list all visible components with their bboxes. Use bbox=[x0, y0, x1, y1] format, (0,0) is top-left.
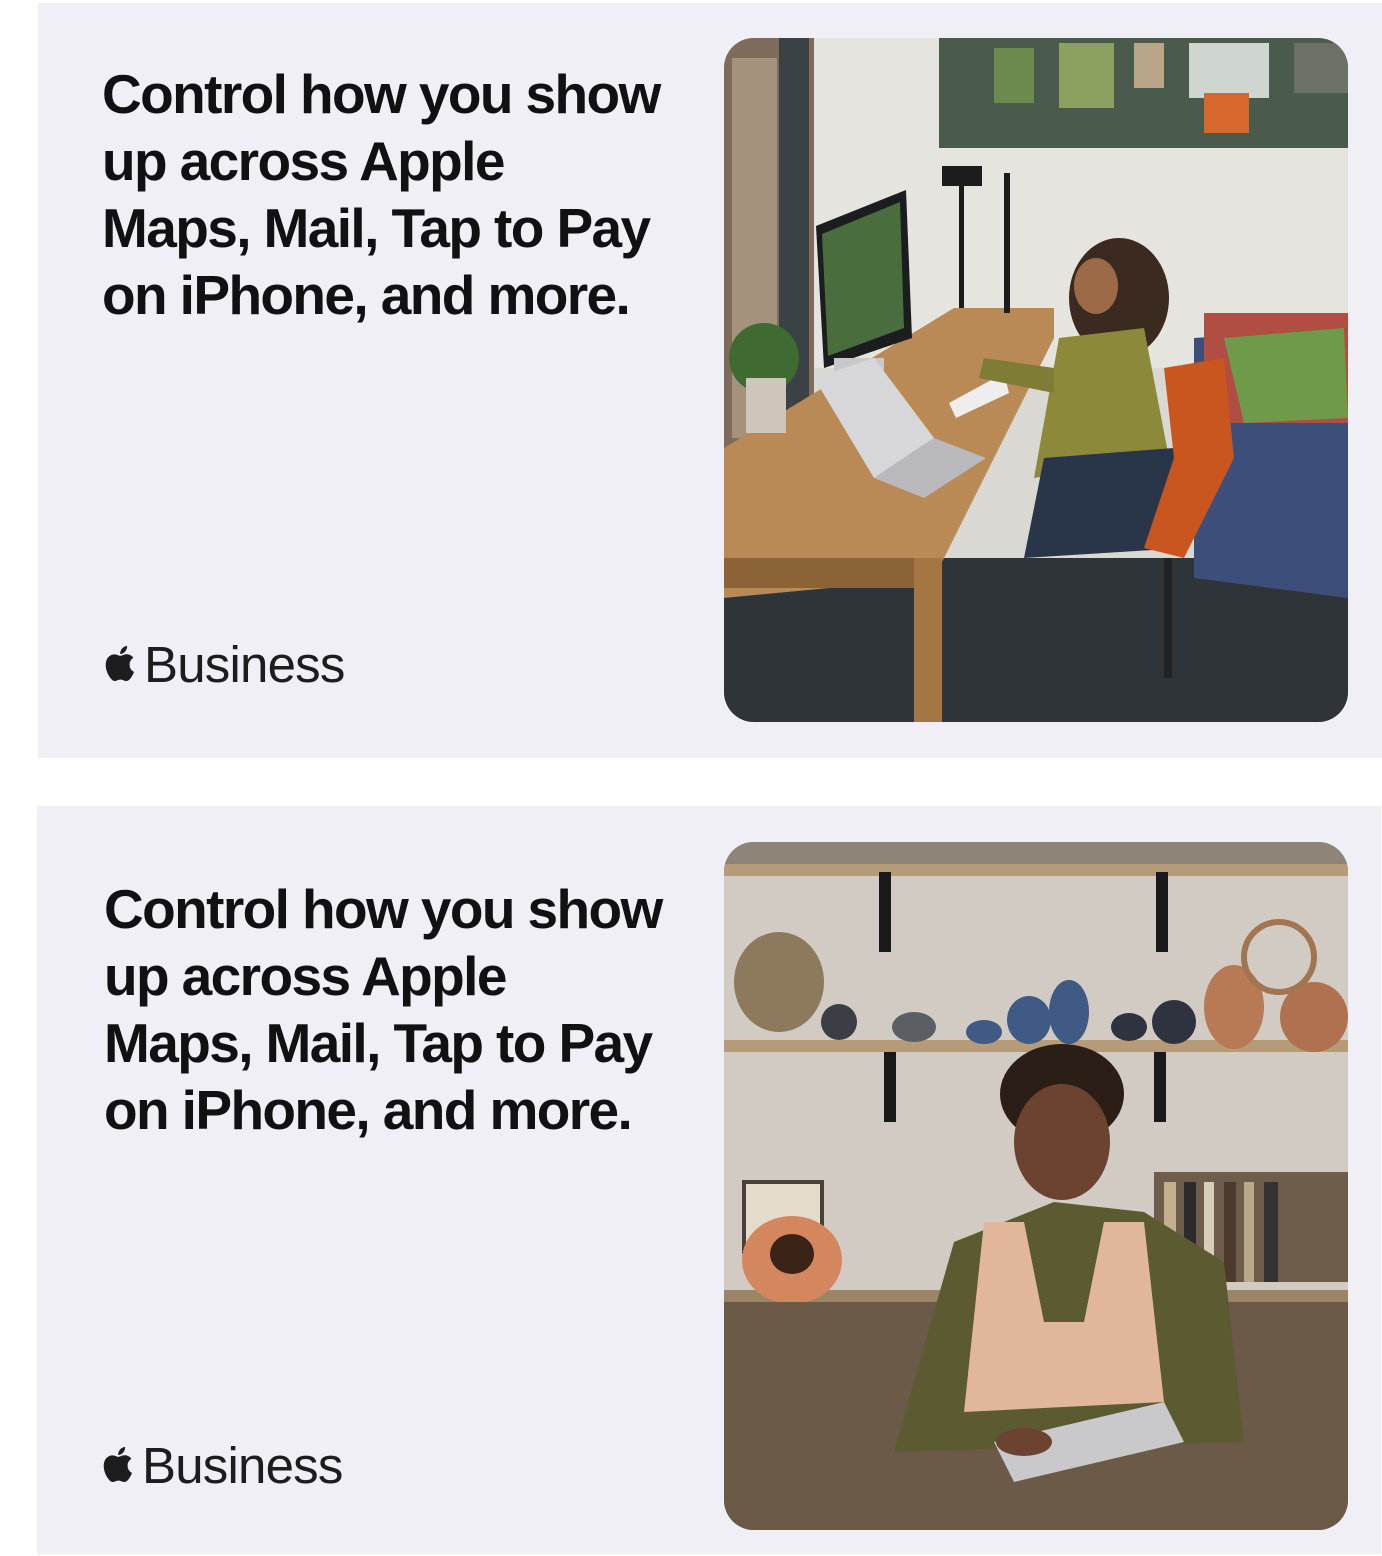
apple-business-logo: Business bbox=[100, 1436, 343, 1496]
ad-card-2[interactable]: Control how you show up across Apple Map… bbox=[37, 806, 1381, 1554]
woman-at-desk-photo bbox=[724, 38, 1348, 722]
apple-logo-icon bbox=[103, 1446, 132, 1483]
brand-label: Business bbox=[142, 1437, 343, 1494]
man-with-ipad-photo bbox=[724, 842, 1348, 1530]
ad-headline: Control how you show up across Apple Map… bbox=[102, 63, 661, 326]
ad-card-1[interactable]: Control how you show up across Apple Map… bbox=[38, 3, 1382, 758]
brand-label: Business bbox=[144, 636, 345, 693]
apple-logo-icon bbox=[105, 645, 134, 682]
ad-headline: Control how you show up across Apple Map… bbox=[104, 878, 663, 1141]
apple-business-logo: Business bbox=[102, 635, 345, 695]
